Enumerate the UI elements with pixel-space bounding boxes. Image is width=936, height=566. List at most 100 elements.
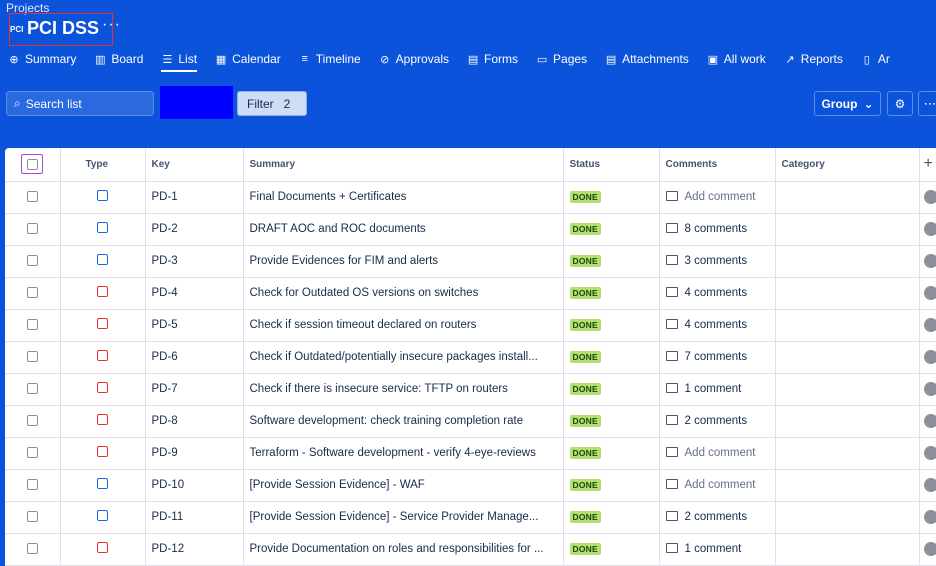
category-cell[interactable]: [775, 341, 920, 374]
checkbox[interactable]: [26, 543, 38, 555]
row-checkbox[interactable]: [5, 309, 61, 342]
assignee-cell[interactable]: [919, 181, 936, 214]
issue-summary[interactable]: Check for Outdated OS versions on switch…: [243, 277, 564, 310]
view-settings-button[interactable]: ⚙: [887, 91, 913, 116]
comments-cell[interactable]: 4 comments: [659, 277, 776, 310]
category-cell[interactable]: [775, 245, 920, 278]
comment-count[interactable]: 2 comments: [685, 511, 748, 523]
comment-count[interactable]: 3 comments: [685, 255, 748, 267]
avatar[interactable]: [923, 286, 936, 300]
issue-status-cell[interactable]: DONE: [563, 181, 660, 214]
project-more-button[interactable]: ···: [102, 16, 121, 34]
assignee-cell[interactable]: [919, 533, 936, 566]
avatar[interactable]: [923, 478, 936, 492]
issue-summary[interactable]: Software development: check training com…: [243, 405, 564, 438]
table-row[interactable]: PD-3 Provide Evidences for FIM and alerts…: [5, 245, 936, 278]
tab-list[interactable]: ☰ List: [153, 49, 197, 72]
avatar[interactable]: [923, 222, 936, 236]
category-cell[interactable]: [775, 437, 920, 470]
issue-type-cell[interactable]: [60, 533, 146, 566]
comments-cell[interactable]: 7 comments: [659, 341, 776, 374]
status-badge[interactable]: DONE: [569, 479, 601, 491]
avatar[interactable]: [923, 254, 936, 268]
issue-key[interactable]: PD-8: [145, 405, 244, 438]
comments-cell[interactable]: 1 comment: [659, 373, 776, 406]
comments-cell[interactable]: Add comment: [659, 181, 776, 214]
issue-type-cell[interactable]: [60, 469, 146, 502]
comments-cell[interactable]: 8 comments: [659, 213, 776, 246]
column-header-category[interactable]: Category: [775, 148, 920, 182]
checkbox[interactable]: [26, 415, 38, 427]
row-checkbox[interactable]: [5, 533, 61, 566]
category-cell[interactable]: [775, 469, 920, 502]
filter-button[interactable]: Filter 2: [237, 91, 307, 116]
issue-type-cell[interactable]: [60, 213, 146, 246]
assignee-cell[interactable]: [919, 469, 936, 502]
table-row[interactable]: PD-2 DRAFT AOC and ROC documents DONE 8 com…: [5, 213, 936, 246]
issue-type-cell[interactable]: [60, 245, 146, 278]
issue-key[interactable]: PD-5: [145, 309, 244, 342]
row-checkbox[interactable]: [5, 501, 61, 534]
checkbox[interactable]: [26, 255, 38, 267]
row-checkbox[interactable]: [5, 341, 61, 374]
issue-status-cell[interactable]: DONE: [563, 469, 660, 502]
issue-status-cell[interactable]: DONE: [563, 245, 660, 278]
comment-count[interactable]: 8 comments: [685, 223, 748, 235]
category-cell[interactable]: [775, 277, 920, 310]
tab-calendar[interactable]: ▦ Calendar: [207, 49, 281, 69]
column-header-type[interactable]: Type: [60, 148, 146, 182]
status-badge[interactable]: DONE: [569, 255, 601, 267]
table-row[interactable]: PD-1 Final Documents + Certificates DONE Ad…: [5, 181, 936, 214]
assignee-cell[interactable]: [919, 341, 936, 374]
assignee-cell[interactable]: [919, 245, 936, 278]
search-input[interactable]: ⌕ Search list: [6, 91, 154, 116]
tab-reports[interactable]: ↗ Reports: [776, 49, 843, 69]
issue-type-cell[interactable]: [60, 341, 146, 374]
row-checkbox[interactable]: [5, 181, 61, 214]
table-row[interactable]: PD-11 [Provide Session Evidence] - Servic…: [5, 501, 936, 534]
issue-type-cell[interactable]: [60, 437, 146, 470]
issue-status-cell[interactable]: DONE: [563, 437, 660, 470]
issue-summary[interactable]: Provide Evidences for FIM and alerts: [243, 245, 564, 278]
issue-status-cell[interactable]: DONE: [563, 309, 660, 342]
comments-cell[interactable]: 4 comments: [659, 309, 776, 342]
issue-summary[interactable]: DRAFT AOC and ROC documents: [243, 213, 564, 246]
checkbox[interactable]: [26, 351, 38, 363]
column-header-summary[interactable]: Summary: [243, 148, 564, 182]
assignee-cell[interactable]: [919, 309, 936, 342]
row-checkbox[interactable]: [5, 245, 61, 278]
category-cell[interactable]: [775, 213, 920, 246]
status-badge[interactable]: DONE: [569, 191, 601, 203]
table-row[interactable]: PD-6 Check if Outdated/potentially insecu…: [5, 341, 936, 374]
comments-cell[interactable]: Add comment: [659, 469, 776, 502]
column-header-status[interactable]: Status: [563, 148, 660, 182]
comment-count[interactable]: 4 comments: [685, 287, 748, 299]
tab-timeline[interactable]: ≡ Timeline: [291, 49, 361, 69]
assignee-cell[interactable]: [919, 405, 936, 438]
row-checkbox[interactable]: [5, 405, 61, 438]
status-badge[interactable]: DONE: [569, 319, 601, 331]
checkbox[interactable]: [26, 319, 38, 331]
assignee-cell[interactable]: [919, 373, 936, 406]
issue-key[interactable]: PD-9: [145, 437, 244, 470]
category-cell[interactable]: [775, 501, 920, 534]
assignee-cell[interactable]: [919, 277, 936, 310]
issue-key[interactable]: PD-12: [145, 533, 244, 566]
row-checkbox[interactable]: [5, 469, 61, 502]
table-row[interactable]: PD-5 Check if session timeout declared on…: [5, 309, 936, 342]
table-row[interactable]: PD-12 Provide Documentation on roles and …: [5, 533, 936, 566]
issue-type-cell[interactable]: [60, 277, 146, 310]
assignee-cell[interactable]: [919, 213, 936, 246]
category-cell[interactable]: [775, 405, 920, 438]
category-cell[interactable]: [775, 181, 920, 214]
issue-summary[interactable]: [Provide Session Evidence] - WAF: [243, 469, 564, 502]
column-header-comments[interactable]: Comments: [659, 148, 776, 182]
checkbox[interactable]: [26, 447, 38, 459]
comment-count[interactable]: 1 comment: [685, 383, 742, 395]
more-actions-button[interactable]: ⋯: [918, 91, 936, 116]
status-badge[interactable]: DONE: [569, 415, 601, 427]
issue-status-cell[interactable]: DONE: [563, 501, 660, 534]
issue-type-cell[interactable]: [60, 181, 146, 214]
issue-summary[interactable]: [Provide Session Evidence] - Service Pro…: [243, 501, 564, 534]
select-all-checkbox[interactable]: [5, 148, 61, 182]
